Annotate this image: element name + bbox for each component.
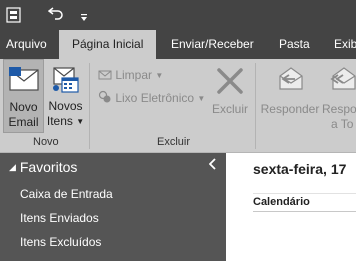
clean-up-label: Limpar bbox=[115, 68, 153, 82]
outlook-send-receive-icon[interactable] bbox=[6, 7, 21, 25]
reply-all-label-line1: Respo bbox=[322, 102, 356, 116]
new-items-icon bbox=[50, 66, 80, 97]
todo-bar: sexta-feira, 17 Calendário bbox=[238, 153, 356, 261]
favorites-label: Favoritos bbox=[19, 159, 78, 175]
new-email-icon bbox=[9, 67, 39, 94]
delete-button[interactable]: Excluir bbox=[209, 59, 251, 133]
expand-triangle-icon: ◢ bbox=[9, 162, 16, 172]
new-items-label-line2: Itens bbox=[46, 114, 73, 128]
junk-email-button[interactable]: Lixo Eletrônico ▼ bbox=[98, 90, 205, 107]
new-items-button[interactable]: Novos Itens ▼ bbox=[45, 59, 86, 133]
dropdown-caret-icon: ▼ bbox=[76, 116, 85, 126]
tab-arquivo[interactable]: Arquivo bbox=[6, 30, 47, 59]
tab-pagina-inicial[interactable]: Página Inicial bbox=[59, 30, 156, 59]
dropdown-caret-icon: ▼ bbox=[197, 93, 206, 103]
folder-item-sent[interactable]: Itens Enviados bbox=[20, 211, 99, 225]
reply-all-icon bbox=[328, 66, 356, 95]
junk-icon bbox=[98, 90, 115, 105]
ribbon-tabs: Arquivo Página Inicial Enviar/Receber Pa… bbox=[0, 30, 356, 59]
delete-x-icon bbox=[216, 68, 244, 97]
folder-item-deleted[interactable]: Itens Excluídos bbox=[20, 235, 101, 249]
divider bbox=[253, 211, 356, 212]
tab-pasta[interactable]: Pasta bbox=[279, 30, 310, 59]
new-email-button[interactable]: Novo Email bbox=[3, 59, 44, 133]
group-label-excluir: Excluir bbox=[157, 136, 191, 148]
calendar-section-label: Calendário bbox=[253, 196, 310, 208]
new-items-label-line1: Novos bbox=[48, 99, 83, 113]
reply-label: Responder bbox=[260, 102, 320, 116]
customize-qat-icon[interactable] bbox=[80, 10, 88, 24]
group-separator bbox=[89, 63, 90, 149]
favorites-header[interactable]: ◢ Favoritos bbox=[9, 159, 77, 175]
date-heading[interactable]: sexta-feira, 17 bbox=[253, 161, 346, 177]
folder-item-inbox[interactable]: Caixa de Entrada bbox=[20, 187, 113, 201]
group-label-novo: Novo bbox=[33, 136, 59, 148]
folder-pane: ◢ Favoritos Caixa de Entrada Itens Envia… bbox=[0, 153, 226, 261]
quick-access-toolbar bbox=[0, 0, 356, 30]
pane-gutter bbox=[226, 153, 238, 261]
tab-enviar-receber[interactable]: Enviar/Receber bbox=[171, 30, 254, 59]
reply-icon bbox=[277, 66, 305, 95]
undo-icon[interactable] bbox=[47, 6, 64, 22]
chevron-left-icon[interactable] bbox=[208, 157, 217, 173]
ribbon: Novo Email Novos Itens ▼ Novo Limpar ▼ L… bbox=[0, 59, 356, 153]
reply-all-button[interactable]: Respo a To bbox=[322, 59, 356, 133]
new-email-label-line2: Email bbox=[8, 115, 39, 129]
junk-email-label: Lixo Eletrônico bbox=[115, 91, 195, 105]
reply-all-label-line2: a To bbox=[331, 117, 354, 131]
group-separator bbox=[255, 63, 256, 149]
delete-label: Excluir bbox=[211, 102, 248, 116]
reply-button[interactable]: Responder bbox=[258, 59, 322, 133]
new-email-label-line1: Novo bbox=[9, 100, 38, 114]
dropdown-caret-icon: ▼ bbox=[155, 70, 164, 80]
divider bbox=[253, 193, 356, 194]
clean-up-button[interactable]: Limpar ▼ bbox=[98, 67, 163, 84]
clean-up-icon bbox=[98, 68, 115, 82]
tab-exibir[interactable]: Exibi bbox=[334, 30, 356, 59]
